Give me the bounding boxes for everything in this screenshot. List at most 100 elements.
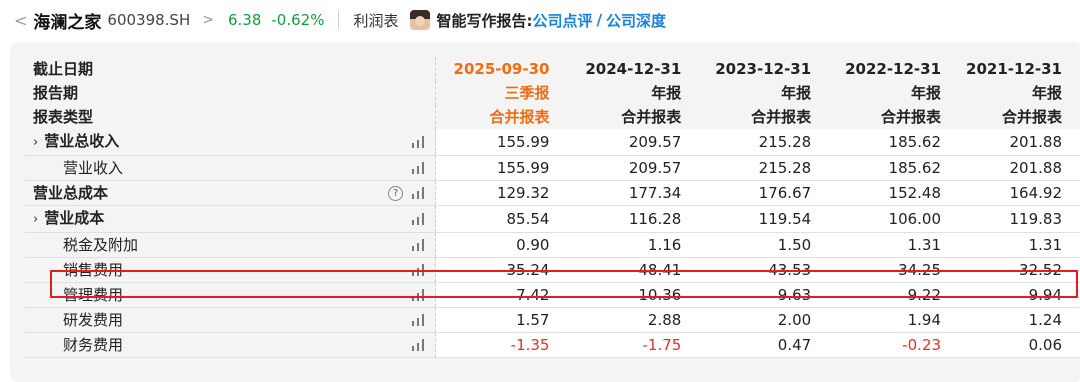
row-icons bbox=[411, 136, 425, 148]
row-label: 税金及附加 bbox=[63, 236, 139, 254]
row-icons bbox=[411, 314, 425, 326]
bar-chart-icon[interactable] bbox=[411, 264, 425, 276]
bar-chart-icon[interactable] bbox=[411, 187, 425, 199]
value-cell: 164.92 bbox=[959, 180, 1080, 206]
value-cell: 152.48 bbox=[829, 180, 960, 206]
header-row: 报表类型 合并报表 合并报表 合并报表 合并报表 合并报表 bbox=[25, 105, 1080, 129]
row-label-group: 营业收入 bbox=[33, 156, 123, 180]
bar-chart-icon[interactable] bbox=[411, 162, 425, 174]
value-cell: -1.35 bbox=[435, 332, 568, 358]
row-label: 营业收入 bbox=[63, 159, 124, 177]
stock-price: 6.38 bbox=[227, 11, 262, 29]
value-cell: 43.53 bbox=[699, 257, 830, 283]
table-row[interactable]: › 营业总收入 155.99 209.57 215.28 185.62 201.88 bbox=[25, 129, 1080, 156]
row-label-wrap: 税金及附加 bbox=[33, 233, 435, 257]
chevron-right-icon[interactable]: > bbox=[202, 12, 214, 28]
table-row[interactable]: 销售费用 35.24 48.41 43.53 34.25 32.52 bbox=[25, 257, 1080, 283]
value-cell: 201.88 bbox=[959, 155, 1080, 181]
income-statement-link[interactable]: 利润表 bbox=[353, 10, 398, 31]
table-row[interactable]: 研发费用 1.57 2.88 2.00 1.94 1.24 bbox=[25, 307, 1080, 333]
value-cell: 1.16 bbox=[567, 232, 700, 258]
value-cell: 1.94 bbox=[829, 307, 960, 333]
value-cell: 106.00 bbox=[829, 205, 960, 233]
value-cell: 10.36 bbox=[567, 282, 700, 308]
row-icons bbox=[411, 339, 425, 351]
value-cell: 185.62 bbox=[829, 129, 960, 156]
expand-arrow-icon[interactable]: › bbox=[33, 212, 38, 227]
bar-chart-icon[interactable] bbox=[411, 239, 425, 251]
header-label: 截止日期 bbox=[25, 57, 437, 81]
bar-chart-icon[interactable] bbox=[411, 136, 425, 148]
row-label-wrap: 营业总成本? bbox=[33, 181, 435, 205]
income-statement-table: 截止日期 2025-09-30 2024-12-31 2023-12-31 2022-1… bbox=[25, 57, 1080, 358]
value-cell: 32.52 bbox=[959, 257, 1080, 283]
row-label-group: 财务费用 bbox=[33, 333, 123, 357]
row-label: 研发费用 bbox=[63, 311, 124, 329]
row-label-wrap: › 营业总收入 bbox=[33, 129, 435, 155]
table-row[interactable]: 财务费用 -1.35 -1.75 0.47 -0.23 0.06 bbox=[25, 332, 1080, 358]
stock-name: 海澜之家 bbox=[33, 12, 102, 33]
back-icon[interactable]: < bbox=[14, 11, 27, 30]
value-cell: 155.99 bbox=[435, 129, 568, 156]
table-row[interactable]: 税金及附加 0.90 1.16 1.50 1.31 1.31 bbox=[25, 232, 1080, 258]
table-row[interactable]: › 营业成本 85.54 116.28 119.54 106.00 119.83 bbox=[25, 205, 1080, 233]
header-cell: 年报 bbox=[567, 81, 700, 105]
company-review-link[interactable]: 公司点评 bbox=[532, 10, 592, 31]
row-label-group: › 营业总收入 bbox=[33, 129, 119, 155]
bar-chart-icon[interactable] bbox=[411, 339, 425, 351]
row-label-wrap: 营业收入 bbox=[33, 156, 435, 180]
value-cell: 7.42 bbox=[435, 282, 568, 308]
row-label-wrap: 销售费用 bbox=[33, 258, 435, 282]
row-label: 营业成本 bbox=[44, 209, 105, 227]
header-label: 报告期 bbox=[25, 81, 437, 105]
value-cell: 1.31 bbox=[829, 232, 960, 258]
value-cell: 155.99 bbox=[435, 155, 568, 181]
value-cell: 119.54 bbox=[699, 205, 830, 233]
table-row[interactable]: 营业收入 155.99 209.57 215.28 185.62 201.88 bbox=[25, 155, 1080, 181]
stock-code: 600398.SH bbox=[107, 11, 191, 29]
header-cell: 合并报表 bbox=[699, 105, 830, 129]
value-cell: 2.00 bbox=[699, 307, 830, 333]
divider bbox=[338, 11, 340, 29]
value-cell: 177.34 bbox=[567, 180, 700, 206]
row-label-cell: 研发费用 bbox=[25, 307, 437, 333]
ai-avatar-icon bbox=[410, 10, 431, 30]
question-circle-icon[interactable]: ? bbox=[388, 185, 404, 201]
table-row[interactable]: 营业总成本? 129.32 177.34 176.67 152.48 164.92 bbox=[25, 180, 1080, 206]
value-cell: 0.47 bbox=[699, 332, 830, 358]
value-cell: 35.24 bbox=[435, 257, 568, 283]
bar-chart-icon[interactable] bbox=[411, 314, 425, 326]
value-cell: 215.28 bbox=[699, 155, 830, 181]
value-cell: 0.90 bbox=[435, 232, 568, 258]
value-cell: 116.28 bbox=[567, 205, 700, 233]
row-label-group: 销售费用 bbox=[33, 258, 123, 282]
company-depth-link[interactable]: 公司深度 bbox=[606, 10, 666, 31]
value-cell: 1.57 bbox=[435, 307, 568, 333]
row-label-cell: › 营业总收入 bbox=[25, 129, 437, 156]
value-cell: 34.25 bbox=[829, 257, 960, 283]
header-row: 报告期 三季报 年报 年报 年报 年报 bbox=[25, 81, 1080, 105]
row-label-cell: 营业收入 bbox=[25, 155, 437, 181]
row-label-cell: 税金及附加 bbox=[25, 232, 437, 258]
value-cell: 215.28 bbox=[699, 129, 830, 156]
row-label: 管理费用 bbox=[63, 286, 124, 304]
row-label: 营业总成本 bbox=[33, 184, 109, 202]
value-cell: 9.94 bbox=[959, 282, 1080, 308]
expand-arrow-icon[interactable]: › bbox=[33, 135, 38, 150]
value-cell: 1.50 bbox=[699, 232, 830, 258]
row-label-group: 营业总成本 bbox=[33, 181, 108, 205]
value-cell: 2.88 bbox=[567, 307, 700, 333]
header-label: 报表类型 bbox=[25, 105, 437, 129]
value-cell: 129.32 bbox=[435, 180, 568, 206]
header-cell: 年报 bbox=[829, 81, 960, 105]
table-row[interactable]: 管理费用 7.42 10.36 9.63 9.22 9.94 bbox=[25, 282, 1080, 308]
header-cell: 2022-12-31 bbox=[829, 57, 960, 81]
value-cell: 176.67 bbox=[699, 180, 830, 206]
header-cell: 合并报表 bbox=[829, 105, 960, 129]
bar-chart-icon[interactable] bbox=[411, 213, 425, 225]
row-label-cell: 销售费用 bbox=[25, 257, 437, 283]
row-label-wrap: 研发费用 bbox=[33, 308, 435, 332]
ai-report-label: 智能写作报告: bbox=[436, 11, 533, 30]
row-label: 财务费用 bbox=[63, 336, 124, 354]
bar-chart-icon[interactable] bbox=[411, 289, 425, 301]
